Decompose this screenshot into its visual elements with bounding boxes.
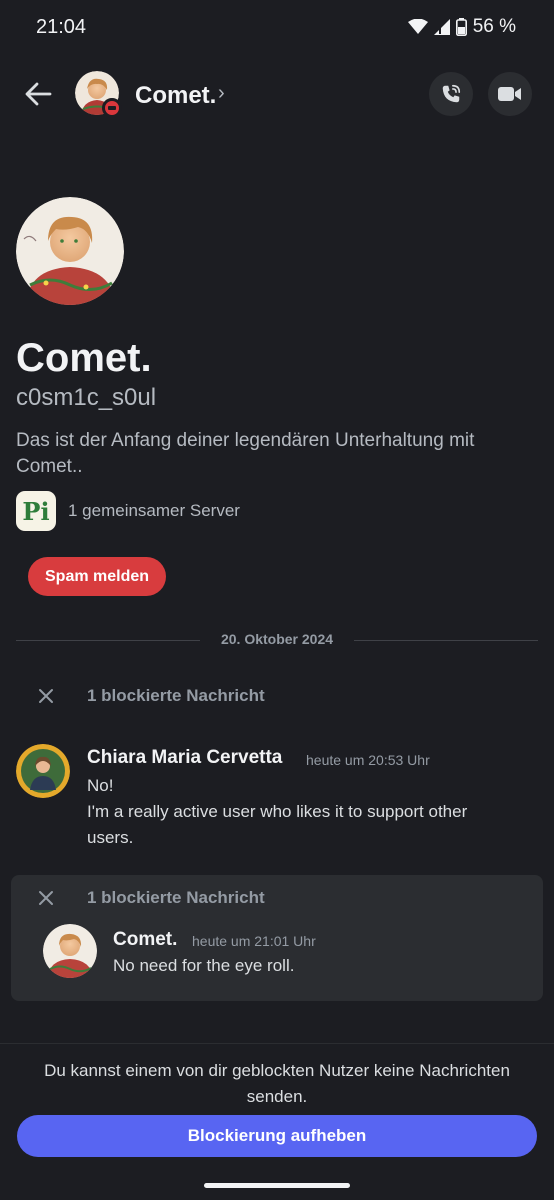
blocked-footer: Du kannst einem von dir geblockten Nutze… xyxy=(0,1043,554,1200)
header-username[interactable]: Comet. xyxy=(135,82,216,110)
back-arrow-icon xyxy=(25,82,52,106)
unblock-button[interactable]: Blockierung aufheben xyxy=(17,1115,537,1157)
profile-username: c0sm1c_s0ul xyxy=(16,384,157,411)
wifi-icon xyxy=(407,19,428,34)
status-icons: 56 % xyxy=(407,16,516,38)
message-timestamp: heute um 20:53 Uhr xyxy=(306,752,430,768)
report-spam-button[interactable]: Spam melden xyxy=(28,557,167,596)
message-author[interactable]: Comet. xyxy=(113,929,177,951)
home-indicator[interactable] xyxy=(204,1183,350,1188)
blocked-message-toggle[interactable]: 1 blockierte Nachricht xyxy=(36,888,265,908)
blocked-message-label: 1 blockierte Nachricht xyxy=(87,686,265,705)
blocked-notice: Du kannst einem von dir geblockten Nutze… xyxy=(44,1061,510,1106)
video-call-button[interactable] xyxy=(488,72,532,116)
server-icon: Pi xyxy=(16,491,56,531)
date-divider: 20. Oktober 2024 xyxy=(16,630,538,650)
status-time: 21:04 xyxy=(36,16,87,38)
message-avatar[interactable] xyxy=(43,924,97,978)
close-icon xyxy=(36,888,56,908)
date-label: 20. Oktober 2024 xyxy=(220,631,334,647)
chevron-right-icon[interactable]: › xyxy=(218,82,225,105)
battery-icon xyxy=(455,18,467,36)
mutual-servers-row[interactable]: Pi 1 gemeinsamer Server xyxy=(16,491,240,531)
close-icon xyxy=(36,686,56,706)
message-text: No need for the eye roll. xyxy=(113,956,295,975)
message-avatar[interactable] xyxy=(16,744,70,798)
message-timestamp: heute um 21:01 Uhr xyxy=(192,933,316,949)
mutual-servers-label: 1 gemeinsamer Server xyxy=(68,501,240,520)
battery-percent: 56 % xyxy=(472,16,516,37)
back-button[interactable] xyxy=(20,76,56,112)
status-bar: 21:04 56 % xyxy=(0,0,554,56)
phone-call-icon xyxy=(442,84,461,103)
blocked-message-label: 1 blockierte Nachricht xyxy=(87,888,265,907)
profile-display-name: Comet. xyxy=(16,336,152,380)
conversation-intro: Das ist der Anfang deiner legendären Unt… xyxy=(16,430,475,477)
signal-icon xyxy=(433,19,450,35)
message-text: I'm a really active user who likes it to… xyxy=(87,802,468,847)
chat-header: Comet. › xyxy=(0,60,554,132)
profile-avatar[interactable] xyxy=(16,197,124,305)
video-camera-icon xyxy=(498,87,521,101)
blocked-message-toggle[interactable]: 1 blockierte Nachricht xyxy=(36,686,265,706)
message-text: No! xyxy=(87,776,114,795)
dnd-status-indicator xyxy=(102,98,122,118)
voice-call-button[interactable] xyxy=(429,72,473,116)
message-author[interactable]: Chiara Maria Cervetta xyxy=(87,747,282,769)
